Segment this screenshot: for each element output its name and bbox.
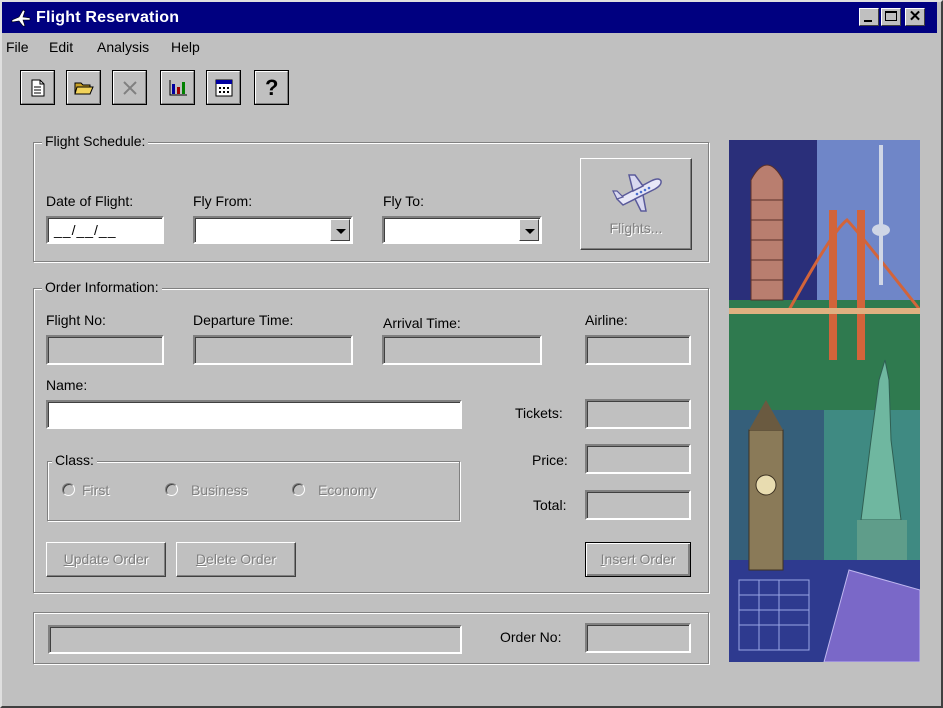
help-icon: ? xyxy=(265,75,279,100)
order-no-label: Order No: xyxy=(500,629,562,645)
class-legend: Class: xyxy=(52,452,97,468)
flight-no-label: Flight No: xyxy=(46,312,106,328)
update-order-button[interactable]: Update Order xyxy=(46,542,166,577)
help-button[interactable]: ? xyxy=(254,70,289,105)
airline-field xyxy=(585,335,691,365)
title-bar[interactable]: Flight Reservation ✕ xyxy=(2,2,937,33)
progress-bar xyxy=(48,625,462,654)
business-class-radio[interactable] xyxy=(165,483,178,496)
date-of-flight-label: Date of Flight: xyxy=(46,193,134,209)
travel-collage-image xyxy=(729,140,920,662)
menu-edit[interactable]: Edit xyxy=(49,39,73,55)
business-class-label[interactable]: Business xyxy=(191,482,248,498)
date-of-flight-input[interactable]: __/__/__ xyxy=(46,216,164,244)
delete-x-icon xyxy=(123,81,137,95)
arrival-time-label: Arrival Time: xyxy=(383,315,461,331)
window-title: Flight Reservation xyxy=(36,9,180,26)
graph-button[interactable] xyxy=(160,70,195,105)
first-class-radio[interactable] xyxy=(62,483,75,496)
arrival-time-field xyxy=(382,335,542,365)
bar-chart-icon xyxy=(169,80,187,96)
flight-no-field xyxy=(46,335,164,365)
fly-to-label: Fly To: xyxy=(383,193,424,209)
order-no-field xyxy=(585,623,691,653)
name-label: Name: xyxy=(46,377,88,393)
insert-order-label: Insert Order xyxy=(600,551,676,567)
menu-file[interactable]: File xyxy=(6,39,29,55)
maximize-icon[interactable] xyxy=(881,8,901,26)
price-field xyxy=(585,444,691,474)
airplane-app-icon xyxy=(11,9,31,27)
flights-button-label: Flights... xyxy=(609,220,663,236)
fly-from-label: Fly From: xyxy=(193,193,253,209)
chevron-down-icon[interactable] xyxy=(330,219,350,241)
economy-class-label[interactable]: Economy xyxy=(318,482,376,498)
delete-toolbar-button[interactable] xyxy=(112,70,147,105)
first-class-label[interactable]: First xyxy=(82,482,109,498)
tickets-field[interactable] xyxy=(585,399,691,429)
airline-label: Airline: xyxy=(585,312,628,328)
update-order-label: Update Order xyxy=(63,551,149,567)
report-button[interactable] xyxy=(206,70,241,105)
delete-order-label: Delete Order xyxy=(195,551,277,567)
calendar-icon xyxy=(215,79,233,97)
departure-time-field xyxy=(193,335,353,365)
order-information-legend: Order Information: xyxy=(42,279,162,295)
close-icon[interactable]: ✕ xyxy=(905,8,925,26)
name-input[interactable] xyxy=(46,400,462,429)
price-label: Price: xyxy=(532,452,568,468)
new-order-button[interactable] xyxy=(20,70,55,105)
economy-class-radio[interactable] xyxy=(292,483,305,496)
airplane-icon xyxy=(612,174,662,212)
fly-from-combo[interactable] xyxy=(193,216,353,244)
total-label: Total: xyxy=(533,497,567,513)
flights-button[interactable]: Flights... xyxy=(580,158,692,250)
menu-help[interactable]: Help xyxy=(171,39,200,55)
fly-to-combo[interactable] xyxy=(382,216,542,244)
tickets-label: Tickets: xyxy=(515,405,563,421)
open-folder-icon xyxy=(74,82,94,95)
minimize-icon[interactable] xyxy=(859,8,879,26)
flight-schedule-legend: Flight Schedule: xyxy=(42,133,149,149)
total-field xyxy=(585,490,691,520)
date-of-flight-value: __/__/__ xyxy=(54,222,117,238)
menu-analysis[interactable]: Analysis xyxy=(97,39,149,55)
departure-time-label: Departure Time: xyxy=(193,312,294,328)
chevron-down-icon[interactable] xyxy=(519,219,539,241)
collage-art xyxy=(729,140,920,662)
delete-order-button[interactable]: Delete Order xyxy=(176,542,296,577)
new-document-icon xyxy=(31,79,45,97)
insert-order-button[interactable]: Insert Order xyxy=(585,542,691,577)
open-order-button[interactable] xyxy=(66,70,101,105)
